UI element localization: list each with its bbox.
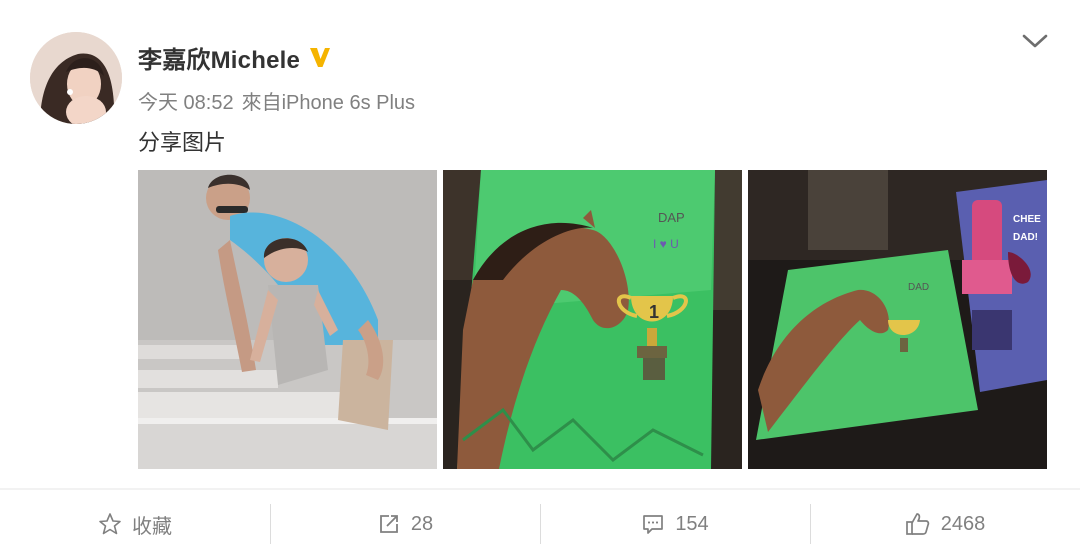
actions-divider: [0, 488, 1080, 490]
like-count: 2468: [940, 512, 986, 535]
svg-text:DAD!: DAD!: [1013, 232, 1038, 243]
post-author[interactable]: 李嘉欣Michele: [138, 40, 332, 75]
post-source: 來自iPhone 6s Plus: [241, 92, 416, 114]
post-text: 分享图片: [138, 130, 227, 155]
comment-count: 154: [675, 512, 709, 535]
post-meta: 今天 08:52 來自iPhone 6s Plus: [138, 86, 415, 115]
svg-text:I ♥ U: I ♥ U: [653, 237, 679, 251]
post-image-1[interactable]: [138, 170, 437, 469]
image-gallery: DAP I ♥ U 1 DAD CHEE DAD!: [138, 170, 1047, 469]
favorite-label: 收藏: [132, 515, 172, 538]
comment-button[interactable]: 154: [540, 500, 810, 548]
avatar[interactable]: [30, 32, 122, 124]
svg-text:CHEE: CHEE: [1013, 214, 1041, 225]
action-bar: 收藏 28 154 2468: [0, 500, 1080, 548]
svg-text:DAP: DAP: [658, 210, 685, 225]
post-time[interactable]: 今天 08:52: [138, 86, 234, 115]
username[interactable]: 李嘉欣Michele: [138, 40, 300, 75]
comment-bubble-icon: [643, 515, 664, 534]
favorite-button[interactable]: 收藏: [0, 500, 270, 548]
svg-text:1: 1: [649, 302, 659, 322]
repost-count: 28: [410, 512, 434, 535]
star-icon: [99, 513, 121, 535]
like-button[interactable]: 2468: [810, 500, 1080, 548]
post-image-3[interactable]: DAD CHEE DAD!: [748, 170, 1047, 469]
verified-v-icon: [310, 48, 331, 67]
weibo-post: 李嘉欣Michele 今天 08:52 來自iPhone 6s Plus 分享图…: [0, 0, 1080, 553]
thumbs-up-icon: [905, 513, 929, 535]
repost-button[interactable]: 28: [270, 500, 540, 548]
chevron-down-icon[interactable]: [1020, 28, 1050, 54]
share-arrow-icon: [379, 515, 398, 533]
post-image-2[interactable]: DAP I ♥ U 1: [443, 170, 742, 469]
svg-text:DAD: DAD: [908, 282, 929, 293]
